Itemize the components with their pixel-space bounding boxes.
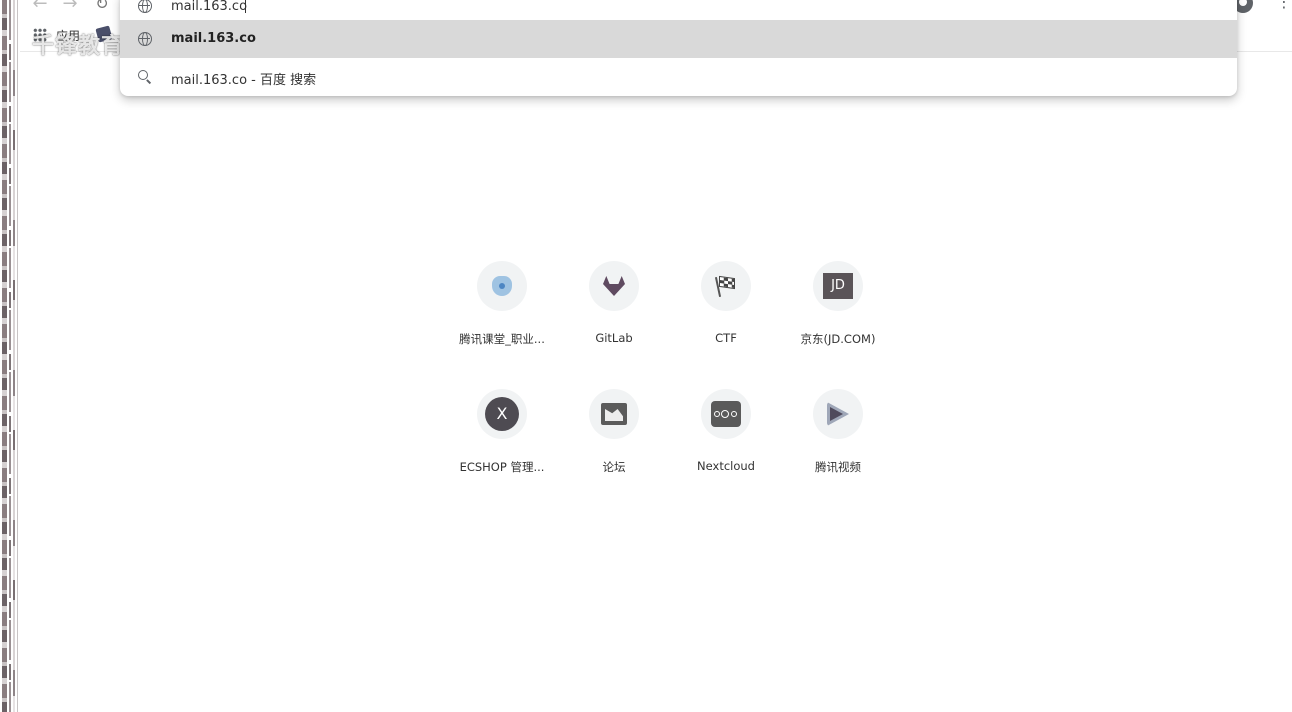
forum-icon: [601, 403, 627, 425]
address-bar-input[interactable]: [171, 0, 771, 15]
more-vert-icon: ⋮: [1276, 0, 1292, 11]
most-visited-tiles: 腾讯课堂_职业... GitLab CTF JD 京东(JD.COM) X EC…: [446, 258, 894, 488]
suggestion-text: mail.163.co: [171, 31, 256, 46]
ecshop-icon: X: [485, 397, 519, 431]
arrow-left-icon: ←: [32, 0, 48, 14]
tile-label: ECSHOP 管理...: [459, 460, 545, 474]
window-edge-line: [17, 0, 18, 712]
tile-icon-background: [701, 261, 751, 311]
tile-label: 论坛: [602, 460, 626, 474]
globe-icon: [138, 32, 152, 46]
tencent-classroom-icon: [492, 276, 512, 296]
tile-label: Nextcloud: [697, 459, 755, 473]
tile-ctf[interactable]: CTF: [670, 258, 782, 386]
tile-label: 腾讯课堂_职业...: [459, 332, 545, 346]
checkered-flag-icon: [714, 275, 736, 297]
tile-tencent-classroom[interactable]: 腾讯课堂_职业...: [446, 258, 558, 386]
left-window-edge: [0, 0, 20, 712]
tile-label: GitLab: [595, 331, 633, 345]
window-edge-bar: [13, 0, 15, 712]
gitlab-icon: [603, 276, 625, 296]
tile-forum[interactable]: 论坛: [558, 386, 670, 514]
omnibox-suggestion-url[interactable]: mail.163.co: [120, 20, 1237, 58]
browser-menu-button[interactable]: ⋮: [1276, 0, 1292, 12]
jd-icon: JD: [823, 273, 853, 299]
window-edge-bar: [9, 0, 11, 712]
tile-nextcloud[interactable]: Nextcloud: [670, 386, 782, 514]
tile-icon-background: JD: [813, 261, 863, 311]
reload-button[interactable]: ↻: [92, 0, 112, 14]
tile-label: CTF: [715, 331, 737, 345]
tile-icon-background: X: [477, 389, 527, 439]
tile-ecshop[interactable]: X ECSHOP 管理...: [446, 386, 558, 514]
tencent-video-icon: [827, 402, 849, 426]
tile-icon-background: [701, 389, 751, 439]
search-icon: [138, 70, 148, 80]
tile-icon-background: [589, 389, 639, 439]
back-button[interactable]: ←: [30, 0, 50, 14]
omnibox-dropdown: mail.163.co mail.163.co - 百度 搜索: [120, 0, 1237, 96]
globe-icon: [138, 0, 152, 13]
tile-label: 腾讯视频: [815, 460, 861, 474]
arrow-right-icon: →: [62, 0, 78, 14]
tile-gitlab[interactable]: GitLab: [558, 258, 670, 386]
window-edge-bar: [2, 0, 7, 712]
tile-icon-background: [813, 389, 863, 439]
text-caret: [245, 0, 246, 13]
tile-label: 京东(JD.COM): [800, 332, 876, 346]
tile-icon-background: [477, 261, 527, 311]
suggestion-text: mail.163.co - 百度 搜索: [171, 73, 317, 88]
tile-tencent-video[interactable]: 腾讯视频: [782, 386, 894, 514]
tile-jd[interactable]: JD 京东(JD.COM): [782, 258, 894, 386]
nextcloud-icon: [711, 401, 741, 427]
reload-icon: ↻: [95, 0, 109, 13]
tile-icon-background: [589, 261, 639, 311]
forward-button[interactable]: →: [60, 0, 80, 14]
omnibox-suggestion-search[interactable]: mail.163.co - 百度 搜索: [120, 58, 1237, 96]
omnibox-input-row: [120, 0, 1237, 20]
